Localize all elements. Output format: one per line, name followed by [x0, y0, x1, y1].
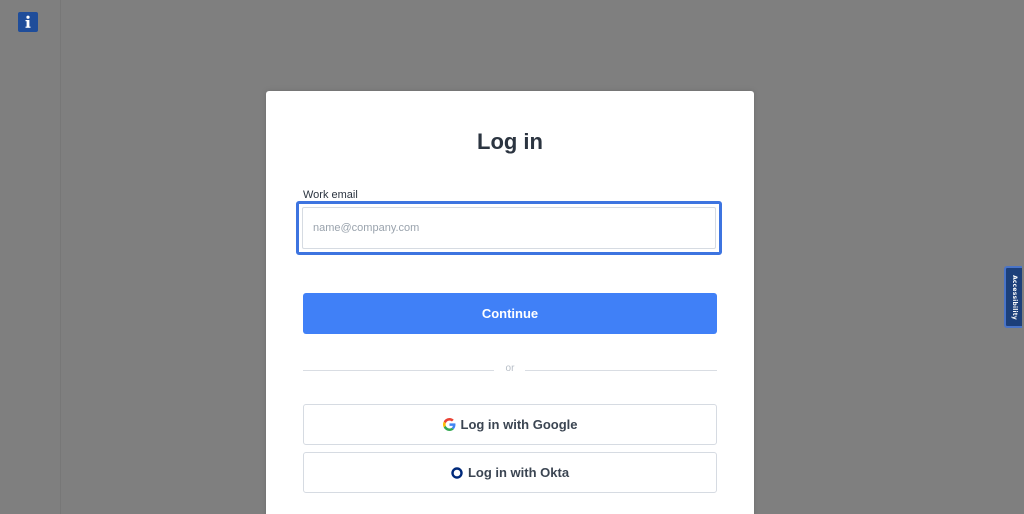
accessibility-tab-label: Accessibility — [1010, 274, 1018, 320]
google-login-button[interactable]: Log in with Google — [303, 404, 717, 445]
accessibility-tab[interactable]: Accessibility — [1004, 266, 1022, 328]
email-field-focus-ring — [296, 201, 722, 255]
info-icon — [23, 15, 33, 29]
login-page: Accessibility Log in Work email Continue… — [0, 0, 1024, 514]
google-icon — [442, 418, 456, 431]
info-button[interactable] — [18, 12, 38, 32]
email-label: Work email — [303, 189, 358, 201]
or-divider: or — [303, 362, 717, 378]
okta-login-button[interactable]: Log in with Okta — [303, 452, 717, 493]
continue-button[interactable]: Continue — [303, 293, 717, 334]
divider-text: or — [505, 363, 515, 374]
okta-icon — [451, 466, 463, 479]
email-field[interactable] — [302, 207, 716, 249]
okta-login-label: Log in with Okta — [467, 465, 570, 480]
login-modal: Log in Work email Continue or Log in wit… — [266, 91, 754, 514]
google-login-label: Log in with Google — [460, 417, 578, 432]
page-title: Log in — [477, 129, 543, 154]
left-rail — [0, 0, 61, 514]
divider-line-right — [525, 370, 717, 371]
